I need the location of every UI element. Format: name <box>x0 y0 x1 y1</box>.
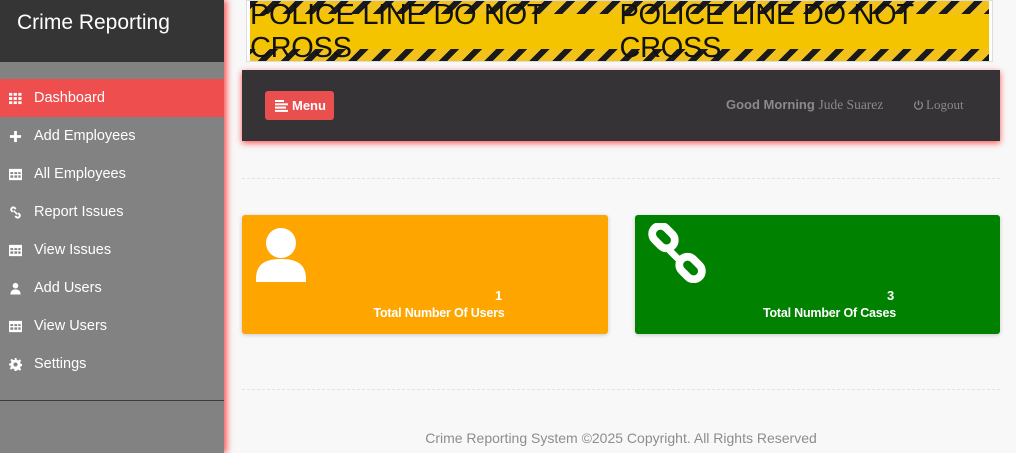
sidebar-nav: Dashboard Add Employees All Employees Re… <box>0 79 224 383</box>
sidebar-item-add-users[interactable]: Add Users <box>0 269 224 307</box>
sidebar-item-label: Add Users <box>34 280 102 296</box>
sidebar: Crime Reporting Dashboard Add Employees … <box>0 0 224 453</box>
sidebar-item-label: View Issues <box>34 242 112 258</box>
menu-lines-icon <box>275 99 288 112</box>
sidebar-item-all-employees[interactable]: All Employees <box>0 155 224 193</box>
sidebar-item-label: Report Issues <box>34 204 124 220</box>
sidebar-item-view-issues[interactable]: View Issues <box>0 231 224 269</box>
sidebar-item-label: Dashboard <box>34 90 105 106</box>
logout-label: Logout <box>926 97 964 112</box>
sidebar-item-label: View Users <box>34 318 108 334</box>
total-users-card[interactable]: 1 Total Number Of Users <box>242 215 608 334</box>
top-navbar: Menu Good Morning Jude Suarez Logout <box>242 70 1000 141</box>
menu-button-label: Menu <box>292 98 326 113</box>
brand-title[interactable]: Crime Reporting <box>0 0 224 62</box>
banner-text: POLICE LINE DO NOT CROSS <box>250 0 544 62</box>
table-icon <box>8 319 22 333</box>
sidebar-item-view-users[interactable]: View Users <box>0 307 224 345</box>
police-tape-banner: POLICE LINE DO NOT CROSS POLICE LINE DO … <box>246 0 993 62</box>
menu-button[interactable]: Menu <box>265 91 334 120</box>
greeting: Good Morning Jude Suarez <box>726 97 883 113</box>
user-icon <box>8 281 22 295</box>
grid-icon <box>8 91 22 105</box>
sidebar-item-add-employees[interactable]: Add Employees <box>0 117 224 155</box>
banner-text: POLICE LINE DO NOT CROSS <box>619 0 914 62</box>
power-icon <box>913 99 924 110</box>
footer-copyright: Crime Reporting System ©2025 Copyright. … <box>425 430 817 446</box>
user-icon <box>256 228 306 282</box>
gear-icon <box>8 357 22 371</box>
table-icon <box>8 243 22 257</box>
sidebar-item-label: All Employees <box>34 166 126 182</box>
divider <box>242 178 1000 179</box>
cases-label: Total Number Of Cases <box>762 306 897 320</box>
user-name: Jude Suarez <box>818 97 884 112</box>
plus-icon <box>8 129 22 143</box>
chain-link-icon <box>648 223 706 283</box>
logout-link[interactable]: Logout <box>913 97 964 113</box>
police-tape-image: POLICE LINE DO NOT CROSS POLICE LINE DO … <box>250 1 989 61</box>
sidebar-item-dashboard[interactable]: Dashboard <box>0 79 224 117</box>
sidebar-item-label: Add Employees <box>34 128 136 144</box>
divider <box>242 389 1000 390</box>
sidebar-item-report-issues[interactable]: Report Issues <box>0 193 224 231</box>
link-icon <box>8 205 22 219</box>
users-label: Total Number Of Users <box>373 306 505 320</box>
greeting-text: Good Morning <box>726 97 815 112</box>
users-count: 1 <box>495 288 503 303</box>
sidebar-divider <box>0 400 224 401</box>
total-cases-card[interactable]: 3 Total Number Of Cases <box>635 215 1000 334</box>
table-icon <box>8 167 22 181</box>
sidebar-item-label: Settings <box>34 356 87 372</box>
sidebar-item-settings[interactable]: Settings <box>0 345 224 383</box>
cases-count: 3 <box>887 288 895 303</box>
